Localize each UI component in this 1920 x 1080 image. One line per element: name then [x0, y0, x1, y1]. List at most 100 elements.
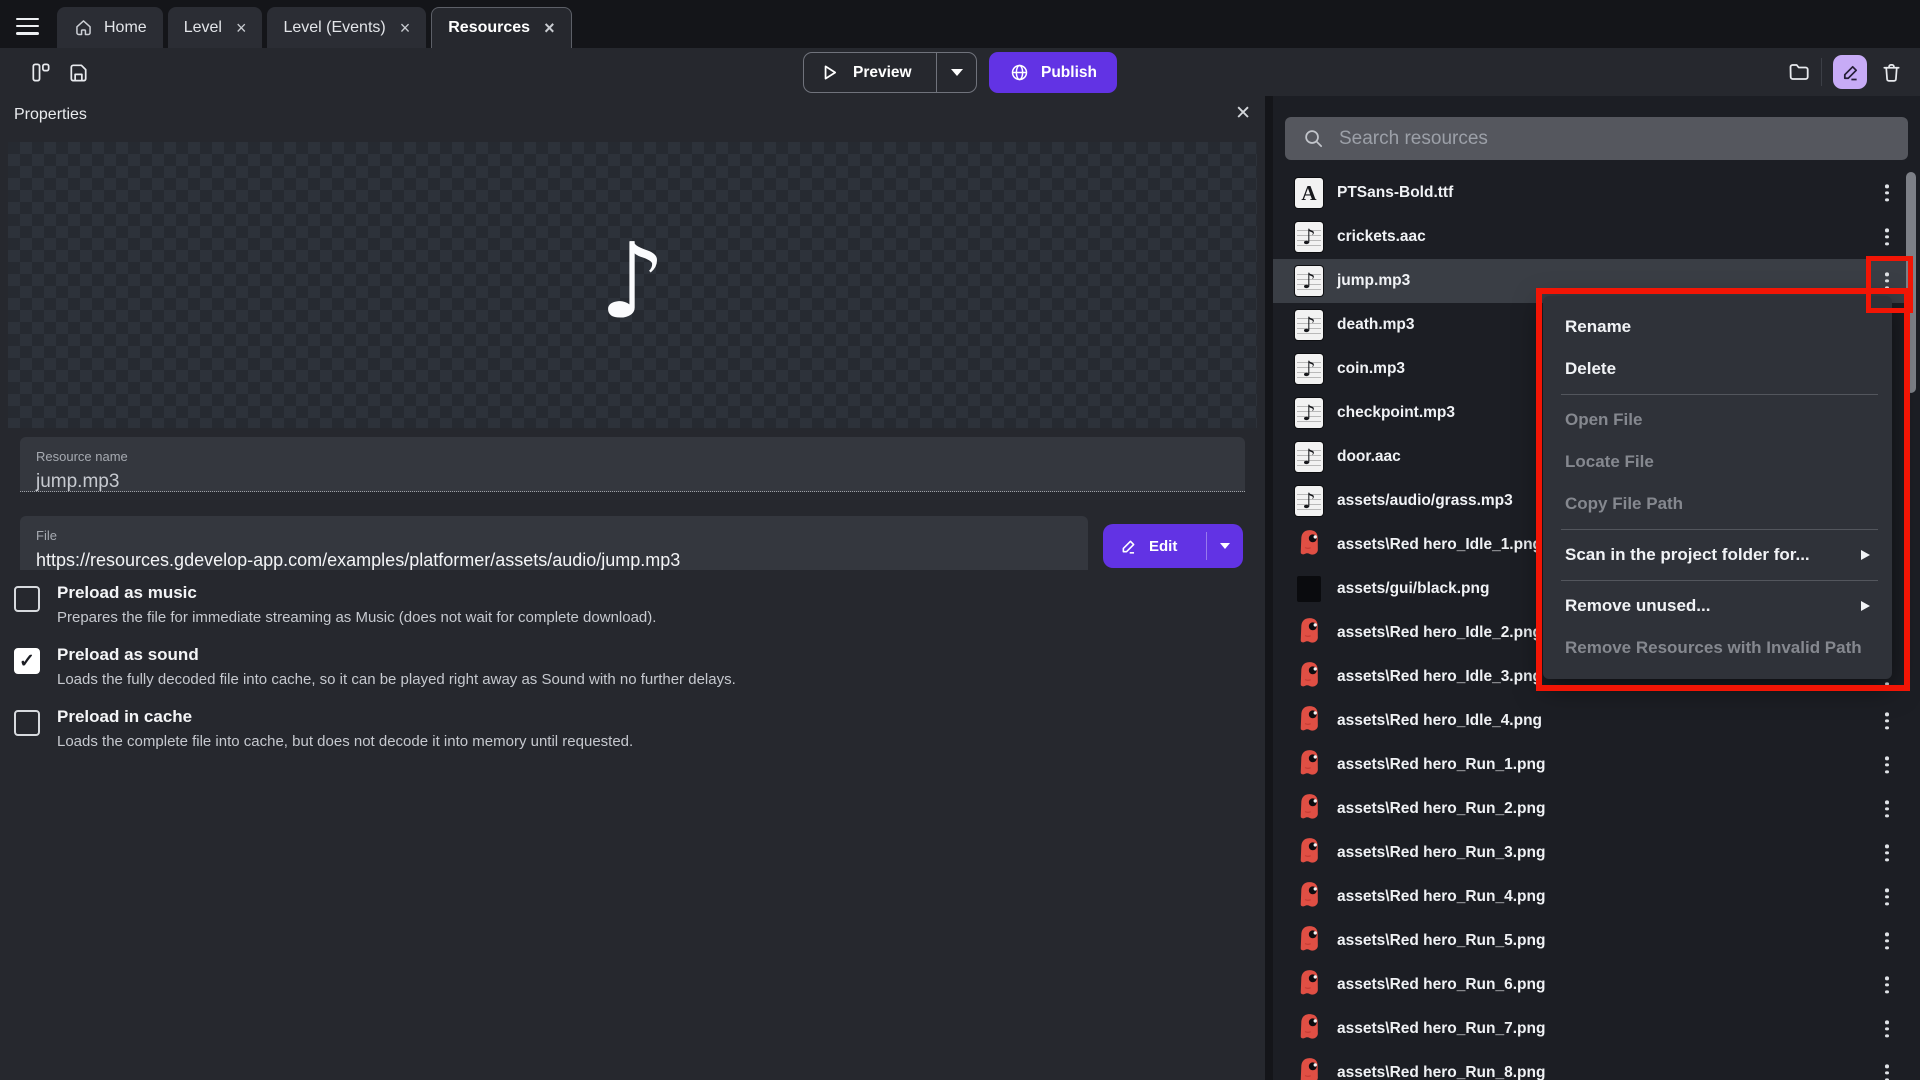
kebab-menu-icon[interactable]	[1880, 883, 1894, 910]
menu-item-open-file: Open File	[1543, 399, 1892, 441]
scrollbar-thumb[interactable]	[1906, 172, 1916, 393]
resource-row-assets-red-hero-run-5-png[interactable]: assets\Red hero_Run_5.png	[1273, 919, 1908, 963]
resource-row-assets-red-hero-idle-4-png[interactable]: assets\Red hero_Idle_4.png	[1273, 699, 1908, 743]
pencil-icon	[1840, 62, 1861, 83]
kebab-menu-icon[interactable]	[1880, 971, 1894, 998]
tab-level[interactable]: Level ×	[168, 7, 263, 48]
image-thumbnail	[1298, 705, 1321, 737]
resource-name-label: Resource name	[36, 449, 1229, 464]
image-thumbnail	[1298, 529, 1321, 561]
resource-name: assets\Red hero_Idle_1.png	[1337, 536, 1542, 554]
kebab-menu-icon[interactable]	[1880, 267, 1894, 294]
resource-name: PTSans-Bold.ttf	[1337, 184, 1453, 202]
checkbox-texts: Preload as music Prepares the file for i…	[57, 583, 656, 626]
edit-dropdown-button[interactable]	[1207, 543, 1243, 549]
edit-resource-mode-button[interactable]	[1833, 55, 1867, 89]
checkbox[interactable]	[14, 586, 40, 612]
audio-file-icon: ♪	[1295, 266, 1323, 296]
file-value: https://resources.gdevelop-app.com/examp…	[36, 550, 1072, 571]
resource-name: assets/gui/black.png	[1337, 580, 1489, 598]
trash-icon[interactable]	[1879, 60, 1903, 84]
resource-row-ptsans-bold-ttf[interactable]: A PTSans-Bold.ttf	[1273, 171, 1908, 215]
resource-row-assets-red-hero-run-6-png[interactable]: assets\Red hero_Run_6.png	[1273, 963, 1908, 1007]
resource-name: assets\Red hero_Run_5.png	[1337, 932, 1545, 950]
menu-item-remove-resources-with-invalid-path: Remove Resources with Invalid Path	[1543, 627, 1892, 669]
checkbox[interactable]: ✓	[14, 648, 40, 674]
open-project-folder-icon[interactable]	[1787, 60, 1811, 84]
resource-name: door.aac	[1337, 448, 1401, 466]
kebab-menu-icon[interactable]	[1880, 179, 1894, 206]
image-thumbnail	[1298, 925, 1321, 957]
checkbox-texts: Preload in cache Loads the complete file…	[57, 707, 633, 750]
preload-option-preload-as-music: Preload as music Prepares the file for i…	[14, 583, 1244, 626]
editors-layout-icon[interactable]	[28, 60, 52, 84]
checkbox-texts: Preload as sound Loads the fully decoded…	[57, 645, 736, 688]
image-thumbnail	[1298, 793, 1321, 825]
search-bar[interactable]	[1285, 117, 1908, 160]
preload-option-preload-in-cache: Preload in cache Loads the complete file…	[14, 707, 1244, 750]
close-tab-icon[interactable]: ×	[236, 19, 247, 37]
tab-bar: HomeLevel×Level (Events)×Resources×	[0, 0, 1920, 48]
resource-name: death.mp3	[1337, 316, 1415, 334]
tab-home[interactable]: Home	[57, 7, 163, 48]
menu-item-remove-unused[interactable]: Remove unused...	[1543, 585, 1892, 627]
file-field[interactable]: File https://resources.gdevelop-app.com/…	[20, 516, 1088, 570]
resource-row-assets-red-hero-run-4-png[interactable]: assets\Red hero_Run_4.png	[1273, 875, 1908, 919]
submenu-arrow-icon	[1861, 601, 1870, 611]
checkbox[interactable]	[14, 710, 40, 736]
search-input[interactable]	[1339, 128, 1891, 150]
hamburger-menu-icon[interactable]	[16, 13, 42, 35]
close-tab-icon[interactable]: ×	[544, 19, 555, 37]
font-file-icon: A	[1295, 178, 1323, 208]
resource-row-assets-red-hero-run-7-png[interactable]: assets\Red hero_Run_7.png	[1273, 1007, 1908, 1051]
tab-label: Home	[104, 20, 147, 36]
resource-name: assets\Red hero_Idle_3.png	[1337, 668, 1542, 686]
preview-dropdown-button[interactable]	[937, 69, 976, 76]
audio-file-icon: ♪	[1295, 222, 1323, 252]
file-label: File	[36, 528, 1072, 543]
kebab-menu-icon[interactable]	[1880, 927, 1894, 954]
close-tab-icon[interactable]: ×	[400, 19, 411, 37]
preview-button[interactable]: Preview	[803, 52, 977, 93]
menu-item-label: Locate File	[1565, 452, 1654, 472]
resource-row-crickets-aac[interactable]: ♪ crickets.aac	[1273, 215, 1908, 259]
menu-item-scan-in-the-project-folder-for[interactable]: Scan in the project folder for...	[1543, 534, 1892, 576]
publish-label: Publish	[1041, 64, 1097, 82]
resource-row-assets-red-hero-run-1-png[interactable]: assets\Red hero_Run_1.png	[1273, 743, 1908, 787]
resource-row-assets-red-hero-run-2-png[interactable]: assets\Red hero_Run_2.png	[1273, 787, 1908, 831]
kebab-menu-icon[interactable]	[1880, 839, 1894, 866]
edit-button[interactable]: Edit	[1103, 524, 1243, 568]
resource-row-assets-red-hero-run-3-png[interactable]: assets\Red hero_Run_3.png	[1273, 831, 1908, 875]
kebab-menu-icon[interactable]	[1880, 223, 1894, 250]
close-icon[interactable]: ✕	[1235, 102, 1251, 125]
kebab-menu-icon[interactable]	[1880, 1059, 1894, 1080]
save-icon[interactable]	[66, 60, 90, 84]
image-thumbnail	[1298, 1013, 1321, 1045]
tab-resources[interactable]: Resources ×	[431, 7, 571, 48]
resource-preview: ♪	[8, 142, 1257, 428]
kebab-menu-icon[interactable]	[1880, 795, 1894, 822]
preload-option-preload-as-sound: ✓ Preload as sound Loads the fully decod…	[14, 645, 1244, 688]
tab-level-events[interactable]: Level (Events)×	[267, 7, 426, 48]
search-icon	[1302, 127, 1325, 150]
tab-label: Resources	[448, 20, 530, 36]
menu-item-label: Remove unused...	[1565, 596, 1710, 616]
menu-item-delete[interactable]: Delete	[1543, 348, 1892, 390]
kebab-menu-icon[interactable]	[1880, 1015, 1894, 1042]
resource-row-assets-red-hero-run-8-png[interactable]: assets\Red hero_Run_8.png	[1273, 1051, 1908, 1080]
resource-name: assets\Red hero_Run_7.png	[1337, 1020, 1545, 1038]
play-icon	[819, 62, 840, 83]
image-thumbnail	[1298, 837, 1321, 869]
publish-button[interactable]: Publish	[989, 52, 1117, 93]
tab-label: Level	[184, 20, 222, 36]
image-thumbnail	[1298, 749, 1321, 781]
menu-item-label: Copy File Path	[1565, 494, 1683, 514]
edit-label: Edit	[1149, 538, 1177, 555]
kebab-menu-icon[interactable]	[1880, 751, 1894, 778]
menu-divider	[1561, 394, 1878, 395]
menu-item-rename[interactable]: Rename	[1543, 306, 1892, 348]
audio-file-icon: ♪	[1295, 310, 1323, 340]
resource-name-field: Resource name jump.mp3	[20, 437, 1245, 492]
submenu-arrow-icon	[1861, 550, 1870, 560]
kebab-menu-icon[interactable]	[1880, 707, 1894, 734]
